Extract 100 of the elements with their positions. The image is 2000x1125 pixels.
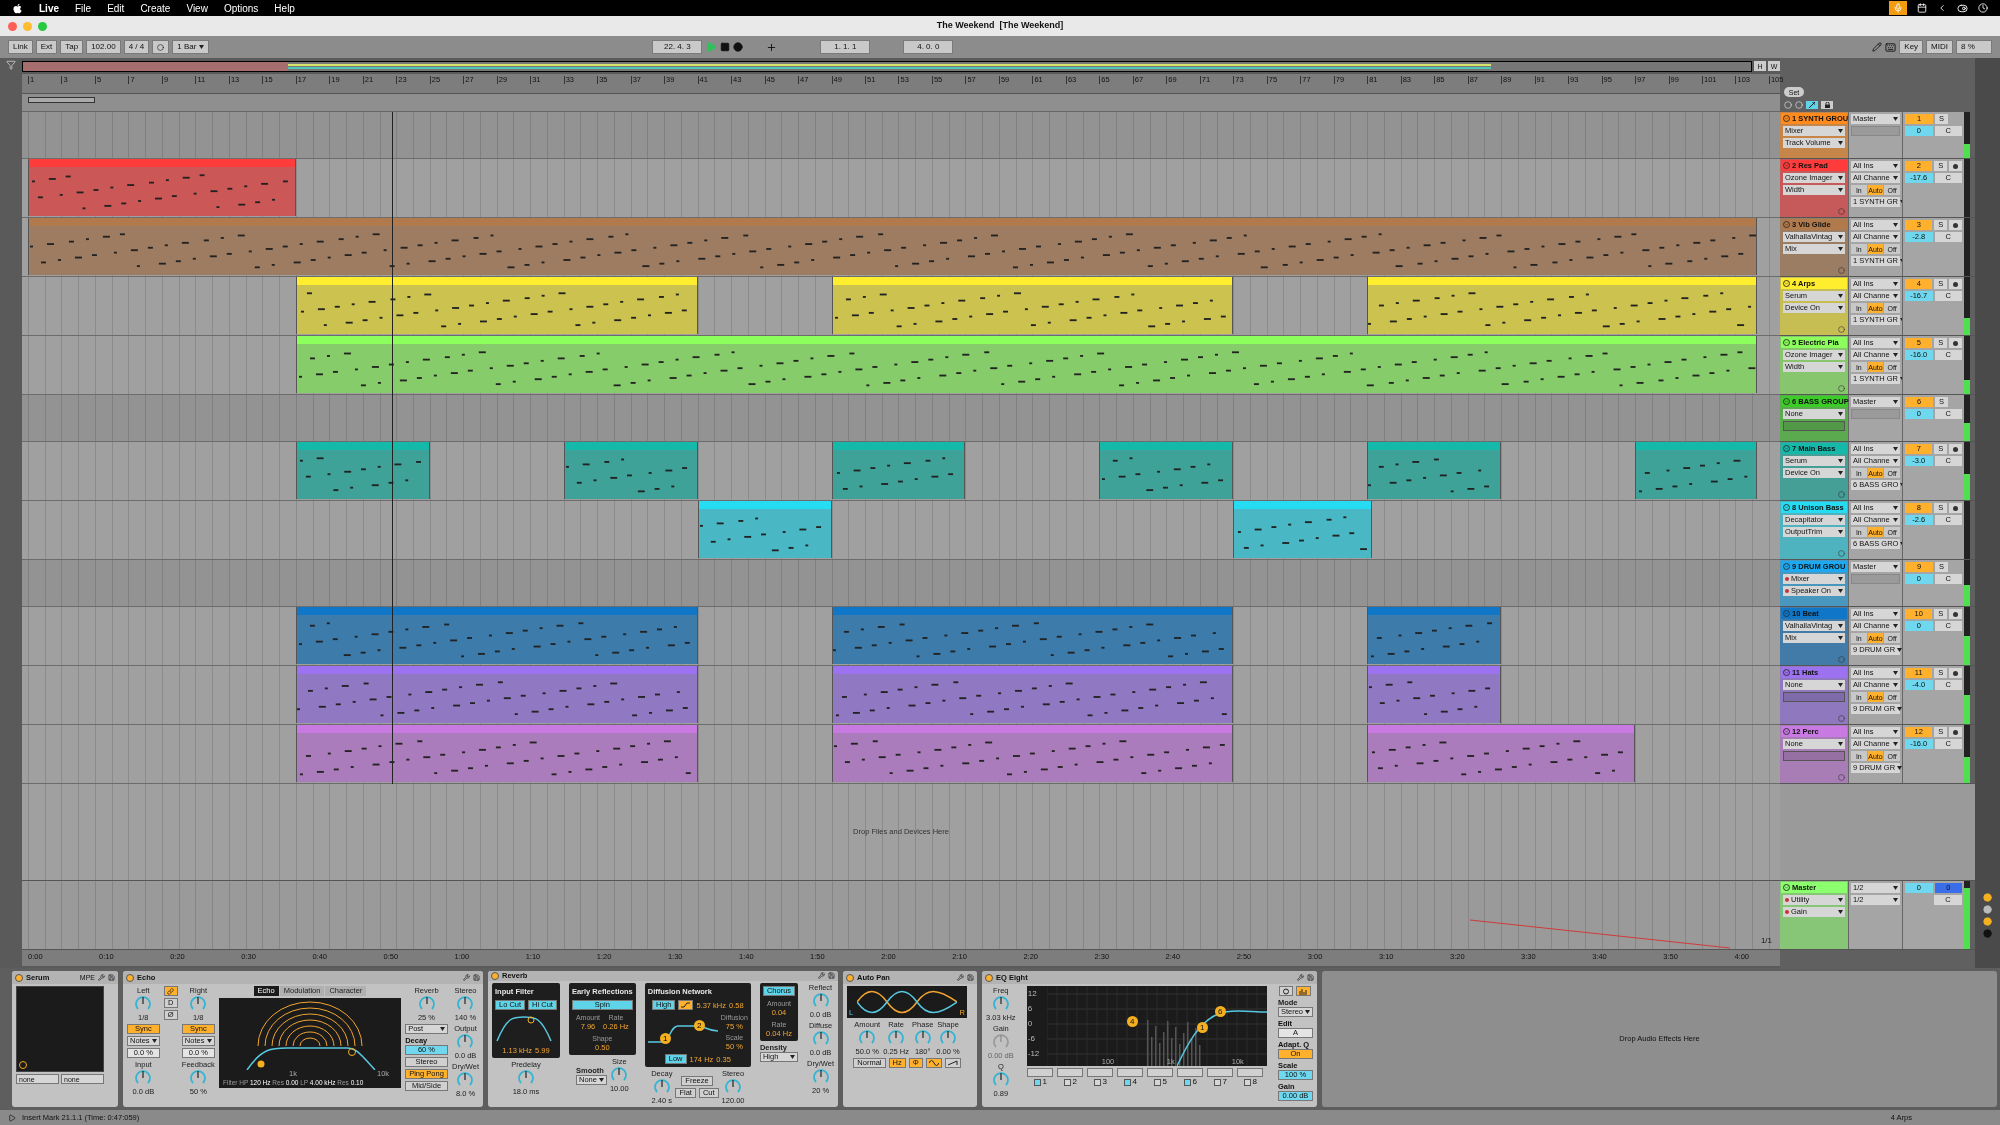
fold-icon[interactable] (1783, 162, 1790, 169)
fold-icon[interactable] (1783, 339, 1790, 346)
menu-item[interactable]: Create (140, 0, 171, 16)
link-button[interactable]: Link (8, 40, 33, 54)
xy-pad[interactable] (16, 986, 104, 1072)
band-point[interactable]: 1 (1196, 1022, 1208, 1033)
clip[interactable] (563, 442, 698, 499)
save-icon[interactable] (967, 974, 974, 981)
fold-icon[interactable] (1783, 115, 1790, 122)
clip[interactable] (831, 442, 966, 499)
wrench-icon[interactable] (98, 974, 105, 981)
clip[interactable] (1233, 501, 1373, 558)
loop-length-field[interactable]: 4. 0. 0 (903, 40, 954, 54)
lock-toggle[interactable] (1821, 101, 1833, 109)
calendar-icon[interactable] (1917, 3, 1927, 13)
band-checkbox[interactable] (1123, 1078, 1131, 1086)
record-arm-button[interactable] (1949, 161, 1962, 171)
menu-item[interactable]: View (186, 0, 208, 16)
quantization-dropdown[interactable]: 1 Bar (172, 40, 210, 54)
save-icon[interactable] (108, 974, 115, 981)
signature-field[interactable]: 4 / 4 (123, 40, 150, 54)
record-arm-button[interactable] (1949, 338, 1962, 348)
curve-point[interactable]: 2 (693, 1020, 705, 1031)
ext-button[interactable]: Ext (35, 40, 58, 54)
icon-toggle-button[interactable] (678, 1000, 694, 1010)
menu-item[interactable]: Help (274, 0, 295, 16)
stop-button[interactable] (720, 42, 731, 52)
add-icon[interactable] (766, 41, 778, 53)
device-power-button[interactable] (126, 973, 134, 982)
record-arm-button[interactable] (1949, 220, 1962, 230)
save-icon[interactable] (1307, 974, 1314, 981)
circle-icon[interactable] (1983, 929, 1992, 938)
icon-toggle-button[interactable] (925, 1058, 942, 1068)
circle-icon[interactable] (1983, 917, 1992, 926)
record-button[interactable] (733, 42, 744, 52)
tempo-field[interactable]: 102.00 (86, 40, 121, 54)
menu-item[interactable]: Live (39, 0, 59, 16)
cpu-meter[interactable]: 8 % (1956, 40, 1992, 54)
fold-icon[interactable] (1783, 728, 1790, 735)
key-button[interactable]: Key (1899, 40, 1924, 54)
filter-type-dropdown[interactable] (1207, 1068, 1234, 1077)
fold-icon[interactable] (1783, 280, 1790, 287)
position-field[interactable]: 22. 4. 3 (652, 40, 703, 54)
wrench-icon[interactable] (463, 974, 470, 981)
keyboard-icon[interactable] (1885, 41, 1897, 53)
clock-icon[interactable] (1978, 3, 1988, 13)
record-arm-button[interactable] (1949, 444, 1962, 454)
loop-start-field[interactable]: 1. 1. 1 (820, 40, 871, 54)
record-arm-button[interactable] (1949, 668, 1962, 678)
clip[interactable] (1367, 666, 1502, 723)
menu-item[interactable]: Options (223, 0, 259, 16)
band-checkbox[interactable] (1093, 1078, 1101, 1086)
band-point[interactable]: 4 (1126, 1016, 1138, 1027)
record-arm-button[interactable] (1949, 727, 1962, 737)
zoom-button[interactable] (38, 21, 47, 31)
menu-item[interactable]: File (75, 0, 92, 16)
apple-icon[interactable] (12, 2, 23, 14)
record-arm-button[interactable] (1949, 609, 1962, 619)
icon-toggle-button[interactable] (1279, 986, 1294, 996)
band-checkbox[interactable] (1243, 1078, 1251, 1086)
expand-icon[interactable] (1838, 208, 1845, 215)
save-icon[interactable] (828, 972, 835, 980)
fold-icon[interactable] (1783, 398, 1790, 405)
icon-toggle-button[interactable] (163, 986, 178, 996)
fold-icon[interactable] (1783, 221, 1790, 228)
close-button[interactable] (8, 21, 17, 31)
expand-icon[interactable] (1838, 715, 1845, 722)
band-checkbox[interactable] (1153, 1078, 1161, 1086)
filter-type-dropdown[interactable] (1087, 1068, 1114, 1077)
filter-type-dropdown[interactable] (1117, 1068, 1144, 1077)
control-center-icon[interactable] (1957, 2, 1968, 14)
fold-icon[interactable] (1783, 884, 1790, 891)
expand-icon[interactable] (1838, 385, 1845, 392)
fold-icon[interactable] (1783, 504, 1790, 511)
device-power-button[interactable] (15, 973, 23, 982)
fold-icon[interactable] (1783, 563, 1790, 570)
device-power-button[interactable] (846, 973, 854, 982)
clip[interactable] (1367, 607, 1502, 664)
expand-icon[interactable] (1838, 267, 1845, 274)
fold-icon[interactable] (1783, 610, 1790, 617)
icon-toggle-button[interactable] (944, 1058, 961, 1068)
metronome-button[interactable] (152, 40, 170, 54)
band-checkbox[interactable] (1063, 1078, 1071, 1086)
save-icon[interactable] (473, 974, 480, 981)
pencil-icon[interactable] (1872, 42, 1883, 52)
band-point[interactable]: 6 (1214, 1006, 1226, 1017)
filter-type-dropdown[interactable] (1057, 1068, 1084, 1077)
clip[interactable] (697, 501, 832, 558)
clip[interactable] (295, 442, 430, 499)
expand-icon[interactable] (1838, 550, 1845, 557)
circle-icon[interactable] (1983, 893, 1992, 902)
curve-point[interactable]: 1 (659, 1033, 671, 1044)
wrench-icon[interactable] (818, 972, 825, 980)
tap-button[interactable]: Tap (60, 40, 84, 54)
device-power-button[interactable] (985, 973, 993, 982)
clip[interactable] (1099, 442, 1234, 499)
record-arm-button[interactable] (1949, 279, 1962, 289)
filter-type-dropdown[interactable] (1177, 1068, 1204, 1077)
menu-item[interactable]: Edit (107, 0, 125, 16)
wrench-icon[interactable] (1297, 974, 1304, 981)
